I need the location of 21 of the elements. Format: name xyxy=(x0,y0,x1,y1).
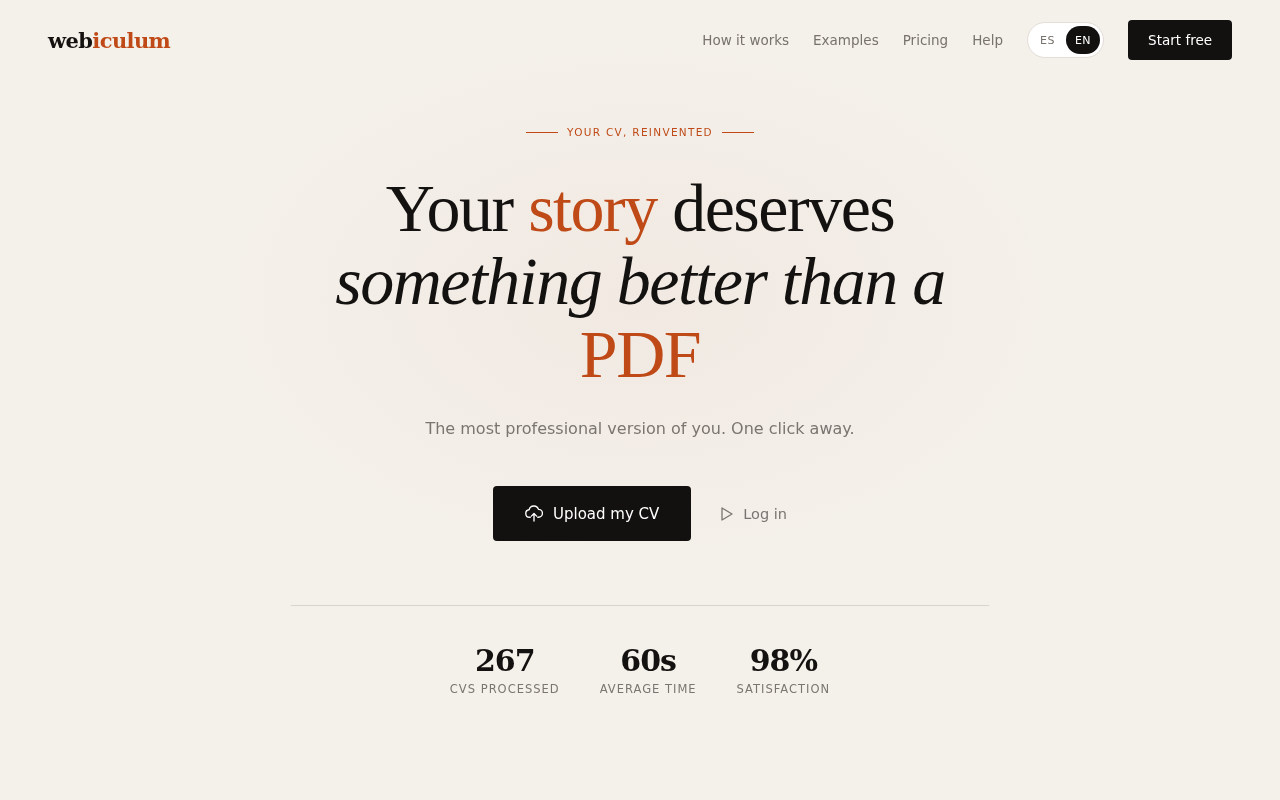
stat-value: 267 xyxy=(474,644,535,678)
hero-subtitle: The most professional version of you. One click away. xyxy=(425,419,855,438)
play-icon xyxy=(721,506,734,521)
cloud-upload-icon xyxy=(524,505,543,522)
stat-label: SATISFACTION xyxy=(736,682,831,696)
start-free-button[interactable]: Start free xyxy=(1128,20,1232,60)
stat-label: CVS PROCESSED xyxy=(449,682,560,696)
stat-value: 60s xyxy=(620,644,676,678)
upload-cv-button[interactable]: Upload my CV xyxy=(492,486,692,541)
logo[interactable]: webiculum xyxy=(48,27,171,53)
nav-link[interactable]: Examples xyxy=(813,32,879,48)
hero-headline: Your story deserves something better than a PDF xyxy=(335,172,945,391)
nav-link[interactable]: How it works xyxy=(702,32,790,48)
eyebrow-label: YOUR CV, REINVENTED xyxy=(567,126,713,138)
log-in-link[interactable]: Log in xyxy=(721,505,788,522)
nav-link[interactable]: Pricing xyxy=(902,32,949,48)
language-option[interactable]: ES xyxy=(1031,26,1064,54)
stat-value: 98% xyxy=(749,644,817,678)
nav-link[interactable]: Help xyxy=(972,32,1003,48)
language-option[interactable]: EN xyxy=(1065,26,1101,54)
stat-label: AVERAGE TIME xyxy=(599,682,697,696)
